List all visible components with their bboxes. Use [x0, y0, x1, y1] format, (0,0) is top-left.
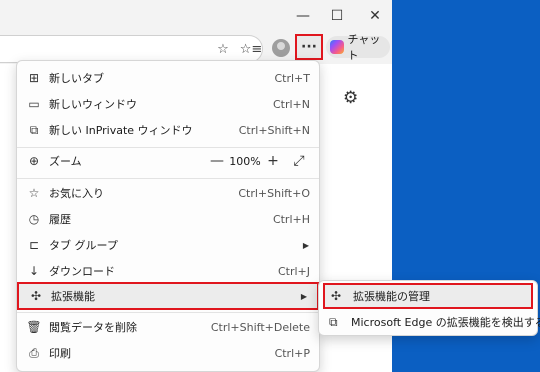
favorites-list-icon[interactable]: ☆≡: [240, 40, 263, 58]
menu-item-inprivate[interactable]: ⧉ 新しい InPrivate ウィンドウ Ctrl+Shift+N: [17, 117, 319, 143]
menu-item-label: 印刷: [49, 347, 71, 360]
menu-item-shortcut: Ctrl+J: [277, 264, 310, 278]
zoom-level: 100%: [229, 154, 261, 168]
print-icon: ⎙: [29, 345, 39, 360]
settings-menu: ⊞ 新しいタブ Ctrl+T ▭ 新しいウィンドウ Ctrl+N ⧉ 新しい I…: [16, 60, 320, 372]
minimize-icon[interactable]: —: [292, 6, 314, 26]
menu-item-zoom: ⊕ ズーム — 100% + ⤢: [17, 148, 319, 174]
menu-item-shortcut: Ctrl+N: [272, 97, 310, 111]
menu-item-label: 新しいウィンドウ: [49, 98, 137, 111]
close-icon[interactable]: ✕: [364, 6, 386, 26]
copilot-label: チャット: [347, 33, 381, 62]
menu-item-label: お気に入り: [49, 187, 104, 200]
menu-item-label: ダウンロード: [49, 265, 115, 278]
zoom-in-button[interactable]: +: [263, 153, 283, 169]
menu-item-label: タブ グループ: [49, 239, 118, 252]
menu-divider: [17, 312, 319, 313]
menu-item-label: 閲覧データを削除: [49, 321, 137, 334]
menu-item-label: 履歴: [49, 213, 71, 226]
extensions-icon: ✣: [331, 289, 342, 303]
tab-groups-icon: ⊏: [28, 238, 40, 252]
inprivate-icon: ⧉: [29, 122, 39, 137]
menu-item-downloads[interactable]: ↓ ダウンロード Ctrl+J: [17, 258, 319, 284]
menu-item-history[interactable]: ◷ 履歴 Ctrl+H: [17, 206, 319, 232]
menu-item-new-tab[interactable]: ⊞ 新しいタブ Ctrl+T: [17, 65, 319, 91]
title-bar: — ☐ ✕: [0, 0, 392, 32]
zoom-out-button[interactable]: —: [207, 153, 227, 169]
settings-and-more-button[interactable]: ···: [295, 34, 323, 60]
menu-item-label: ズーム: [49, 155, 82, 168]
zoom-control: — 100% + ⤢: [207, 153, 309, 169]
favorite-star-icon[interactable]: ☆: [214, 40, 232, 58]
fullscreen-icon[interactable]: ⤢: [289, 153, 309, 169]
menu-item-favorites[interactable]: ☆ お気に入り Ctrl+Shift+O: [17, 180, 319, 206]
submenu-item-manage-extensions[interactable]: ✣ 拡張機能の管理: [323, 283, 533, 309]
menu-item-print[interactable]: ⎙ 印刷 Ctrl+P: [17, 340, 319, 366]
new-tab-icon: ⊞: [28, 71, 40, 85]
menu-item-clear-data[interactable]: 🗑 閲覧データを削除 Ctrl+Shift+Delete: [17, 314, 319, 340]
download-icon: ↓: [28, 264, 40, 278]
extensions-icon: ✣: [30, 289, 42, 303]
favorites-icon: ☆: [28, 186, 40, 200]
menu-item-label: 新しいタブ: [49, 72, 104, 85]
menu-divider: [17, 178, 319, 179]
extensions-submenu: ✣ 拡張機能の管理 ⧉ Microsoft Edge の拡張機能を検出する: [318, 280, 540, 336]
menu-item-shortcut: Ctrl+T: [274, 71, 310, 85]
copilot-button[interactable]: チャット: [326, 33, 390, 62]
zoom-icon: ⊕: [28, 154, 40, 168]
menu-item-label: 拡張機能: [51, 290, 95, 303]
new-window-icon: ▭: [28, 97, 40, 111]
submenu-item-label: Microsoft Edge の拡張機能を検出する: [351, 316, 540, 329]
menu-item-extensions[interactable]: ✣ 拡張機能 ▶: [17, 282, 319, 310]
maximize-icon[interactable]: ☐: [326, 6, 348, 26]
profile-avatar[interactable]: [272, 39, 290, 57]
copilot-icon: [330, 40, 344, 54]
menu-item-label: 新しい InPrivate ウィンドウ: [49, 124, 193, 137]
menu-item-tab-groups[interactable]: ⊏ タブ グループ ▶: [17, 232, 319, 258]
menu-item-shortcut: Ctrl+Shift+O: [238, 186, 310, 200]
delete-data-icon: 🗑: [26, 320, 42, 334]
menu-item-shortcut: Ctrl+H: [272, 212, 310, 226]
menu-item-shortcut: Ctrl+Shift+N: [238, 123, 310, 137]
submenu-item-label: 拡張機能の管理: [353, 290, 430, 303]
chevron-right-icon: ▶: [302, 240, 309, 250]
chevron-right-icon: ▶: [300, 291, 307, 301]
history-icon: ◷: [28, 212, 40, 226]
menu-item-new-window[interactable]: ▭ 新しいウィンドウ Ctrl+N: [17, 91, 319, 117]
gear-icon[interactable]: ⚙: [343, 88, 358, 108]
menu-item-shortcut: Ctrl+Shift+Delete: [210, 320, 310, 334]
submenu-item-discover-extensions[interactable]: ⧉ Microsoft Edge の拡張機能を検出する: [323, 310, 540, 334]
menu-item-shortcut: Ctrl+P: [274, 346, 310, 360]
edge-icon: ⧉: [329, 314, 338, 329]
